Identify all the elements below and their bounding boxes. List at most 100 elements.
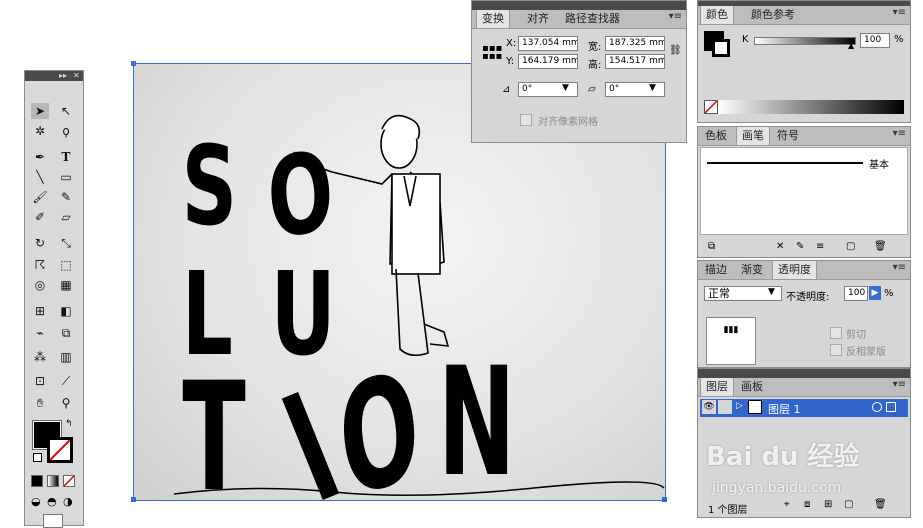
pencil-tool-icon[interactable]: ✎ — [57, 189, 75, 205]
y-field[interactable]: 164.179 mm — [518, 54, 578, 69]
constrain-proportions-icon[interactable]: ⛓ — [669, 45, 682, 56]
paintbrush-tool-icon[interactable]: 🖌︎ — [31, 189, 49, 205]
remove-brush-stroke-icon[interactable]: ✕ — [776, 241, 784, 252]
color-spectrum-bar[interactable] — [718, 100, 904, 114]
chevron-down-icon[interactable]: ▼ — [562, 83, 569, 93]
perspective-grid-tool-icon[interactable]: ▦ — [57, 277, 75, 293]
new-brush-icon[interactable]: ▢ — [846, 241, 855, 252]
layers-panel-titlebar[interactable] — [698, 369, 910, 378]
align-pixel-checkbox[interactable] — [520, 114, 532, 126]
free-transform-tool-icon[interactable]: ⬚ — [57, 257, 75, 273]
warp-tool-icon[interactable]: ☈ — [31, 257, 49, 273]
rotate-field[interactable]: 0° — [518, 82, 578, 97]
close-icon[interactable]: ✕ — [73, 71, 80, 81]
target-circle-icon[interactable] — [872, 402, 882, 412]
panel-menu-icon[interactable]: ▾≡ — [893, 262, 906, 273]
tab-stroke[interactable]: 描边 — [700, 261, 732, 279]
height-field[interactable]: 154.517 mm — [605, 54, 665, 69]
width-field[interactable]: 187.325 mm — [605, 36, 665, 51]
options-icon[interactable]: ≡ — [816, 241, 824, 252]
reference-point-icon[interactable]: ▪▪▪ ▪▪▪ — [482, 44, 502, 62]
mesh-tool-icon[interactable]: ⊞ — [31, 303, 49, 319]
locate-object-icon[interactable]: ⌖ — [784, 499, 790, 510]
eraser-tool-icon[interactable]: ▱ — [57, 209, 75, 225]
rectangle-tool-icon[interactable]: ▭ — [57, 169, 75, 185]
column-graph-tool-icon[interactable]: ▥ — [57, 349, 75, 365]
invert-mask-checkbox[interactable] — [830, 344, 842, 356]
none-color-icon[interactable] — [704, 100, 718, 114]
pen-tool-icon[interactable]: ✒ — [31, 149, 49, 165]
chevron-down-icon[interactable]: ▼ — [649, 83, 656, 93]
draw-inside-icon[interactable]: ◑ — [63, 495, 73, 508]
magic-wand-tool-icon[interactable]: ✲ — [31, 123, 49, 139]
default-colors-icon[interactable] — [33, 453, 42, 462]
transform-panel-titlebar[interactable] — [472, 1, 686, 10]
tab-brushes[interactable]: 画笔 — [736, 127, 770, 145]
chevron-down-icon[interactable]: ▼ — [768, 287, 775, 297]
scale-tool-icon[interactable]: ⤡ — [57, 235, 75, 251]
stroke-swatch[interactable] — [47, 437, 73, 463]
thumbnail-preview[interactable]: ▮▮▮ — [706, 317, 756, 365]
tab-gradient[interactable]: 渐变 — [736, 261, 768, 279]
draw-normal-icon[interactable]: ◒ — [31, 495, 41, 508]
new-layer-icon[interactable]: ▢ — [844, 499, 853, 510]
panel-menu-icon[interactable]: ▾≡ — [893, 7, 906, 18]
delete-icon[interactable]: 🗑︎ — [874, 241, 887, 252]
tab-color[interactable]: 颜色 — [700, 6, 734, 24]
k-slider[interactable] — [754, 37, 856, 45]
eyedropper-tool-icon[interactable]: ⌁ — [31, 325, 49, 341]
symbol-sprayer-tool-icon[interactable]: ⁂ — [31, 349, 49, 365]
layer-row[interactable]: 👁︎ ▷ 图层 1 — [700, 399, 908, 417]
shape-builder-tool-icon[interactable]: ◎ — [31, 277, 49, 293]
color-stroke-swatch[interactable] — [712, 39, 730, 57]
hand-tool-icon[interactable]: ✋︎ — [31, 395, 49, 411]
selection-tool-icon[interactable]: ➤ — [31, 103, 49, 119]
brush-library-icon[interactable]: ⧉ — [708, 241, 715, 252]
selection-handle-tl[interactable] — [131, 61, 136, 66]
zoom-tool-icon[interactable]: ⚲ — [57, 395, 75, 411]
tab-layers[interactable]: 图层 — [700, 378, 734, 396]
tab-pathfinder[interactable]: 路径查找器 — [560, 10, 625, 28]
blob-brush-tool-icon[interactable]: ✐ — [31, 209, 49, 225]
clip-checkbox[interactable] — [830, 327, 842, 339]
new-sublayer-icon[interactable]: ⊞ — [824, 499, 832, 510]
direct-selection-tool-icon[interactable]: ↖ — [57, 103, 75, 119]
gradient-mode-icon[interactable] — [47, 475, 59, 487]
shear-field[interactable]: 0° — [605, 82, 665, 97]
delete-icon[interactable]: 🗑︎ — [874, 499, 887, 510]
expand-triangle-icon[interactable]: ▷ — [736, 401, 743, 411]
line-tool-icon[interactable]: ╲ — [31, 169, 49, 185]
swap-fill-stroke-icon[interactable]: ↰ — [65, 419, 73, 429]
panel-menu-icon[interactable]: ▾≡ — [669, 11, 682, 22]
type-tool-icon[interactable]: T — [57, 149, 75, 165]
selection-handle-bl[interactable] — [131, 497, 136, 502]
tab-swatches[interactable]: 色板 — [700, 127, 732, 145]
blend-tool-icon[interactable]: ⧉ — [57, 325, 75, 341]
tab-transform[interactable]: 变换 — [476, 10, 510, 28]
make-clipping-mask-icon[interactable]: ⧈ — [804, 499, 810, 510]
chevron-right-icon[interactable]: ▶ — [869, 286, 881, 300]
k-value-field[interactable]: 100 — [860, 33, 890, 48]
artboard-tool-icon[interactable]: ⊡ — [31, 373, 49, 389]
panel-menu-icon[interactable]: ▾≡ — [893, 379, 906, 390]
selection-square-icon[interactable] — [886, 402, 896, 412]
brush-stroke-preview[interactable] — [707, 162, 863, 164]
tab-align[interactable]: 对齐 — [522, 10, 554, 28]
lock-toggle[interactable] — [718, 400, 732, 414]
lasso-tool-icon[interactable]: ϙ — [57, 123, 75, 139]
rotate-tool-icon[interactable]: ↻ — [31, 235, 49, 251]
tab-color-guide[interactable]: 颜色参考 — [746, 6, 800, 24]
slice-tool-icon[interactable]: ⟋ — [57, 373, 75, 389]
tab-symbols[interactable]: 符号 — [772, 127, 804, 145]
layer-name[interactable]: 图层 1 — [768, 401, 801, 417]
tab-artboards[interactable]: 画板 — [736, 378, 768, 396]
draw-behind-icon[interactable]: ◓ — [47, 495, 57, 508]
selection-handle-br[interactable] — [662, 497, 667, 502]
collapse-icon[interactable]: ▸▸ — [59, 71, 67, 81]
panel-menu-icon[interactable]: ▾≡ — [893, 128, 906, 139]
gradient-tool-icon[interactable]: ◧ — [57, 303, 75, 319]
x-field[interactable]: 137.054 mm — [518, 36, 578, 51]
color-mode-icon[interactable] — [31, 475, 43, 487]
none-mode-icon[interactable] — [63, 475, 75, 487]
brush-options-icon[interactable]: ✎ — [796, 241, 804, 252]
